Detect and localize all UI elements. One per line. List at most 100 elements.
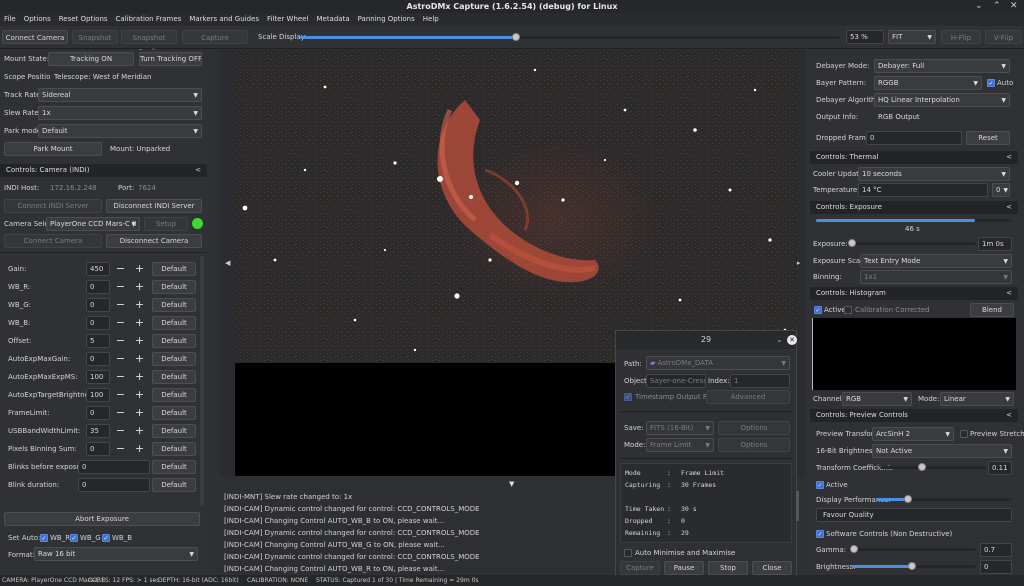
histogram-active-checkbox[interactable]: ✓ — [814, 306, 822, 314]
control-default-button[interactable]: Default — [152, 316, 196, 330]
scale-slider-handle[interactable] — [512, 33, 520, 41]
save-format-select[interactable]: FITS (16-Bit) ▼ — [646, 421, 714, 435]
debayer-algorithm-select[interactable]: HQ Linear Interpolation ▼ — [874, 93, 1010, 107]
gamma-slider[interactable] — [848, 548, 976, 551]
format-select[interactable]: Raw 16 bit ▼ — [34, 547, 198, 561]
menu-item-calibration-frames[interactable]: Calibration Frames — [112, 13, 186, 26]
object-field[interactable]: Sayer-one-Crescent — [646, 374, 706, 388]
minus-icon[interactable]: − — [113, 262, 128, 276]
display-performance-handle[interactable] — [904, 495, 912, 503]
advanced-button[interactable]: Advanced — [706, 390, 790, 404]
exposure-slider[interactable] — [848, 242, 976, 245]
capture-button[interactable]: Capture — [182, 30, 248, 44]
abort-exposure-button[interactable]: Abort Exposure — [4, 512, 200, 526]
minus-icon[interactable]: − — [113, 316, 128, 330]
transform-coefficient-handle[interactable] — [918, 463, 926, 471]
menu-item-options[interactable]: Options — [20, 13, 55, 26]
plus-icon[interactable]: + — [132, 334, 147, 348]
pan-left-icon[interactable]: ◀ — [225, 259, 230, 267]
software-controls-checkbox[interactable]: ✓ — [816, 530, 824, 538]
bayer-pattern-select[interactable]: RGGB ▼ — [874, 76, 982, 90]
section-exposure[interactable]: Controls: Exposure < — [810, 201, 1018, 214]
scale-slider[interactable] — [300, 36, 840, 39]
plus-icon[interactable]: + — [132, 262, 147, 276]
save-options-button[interactable]: Options — [718, 421, 790, 435]
auto-minimise-checkbox[interactable] — [624, 549, 632, 557]
wb-g-checkbox[interactable]: ✓ — [70, 534, 78, 542]
wb-b-checkbox[interactable]: ✓ — [102, 534, 110, 542]
plus-icon[interactable]: + — [132, 388, 147, 402]
control-default-button[interactable]: Default — [152, 298, 196, 312]
disconnect-indi-server-button[interactable]: Disconnect INDI Server — [106, 199, 202, 213]
mode-select[interactable]: Frame Limit ▼ — [646, 438, 714, 452]
controls-scrollbar[interactable] — [200, 256, 204, 506]
menu-item-filter-wheel[interactable]: Filter Wheel — [263, 13, 312, 26]
brightness-slider-handle[interactable] — [908, 562, 916, 570]
transform-coefficient-slider[interactable] — [880, 466, 986, 469]
index-field[interactable]: 1 — [730, 374, 790, 388]
camera-preview-image[interactable] — [235, 50, 797, 363]
path-select[interactable]: ▰ AstroDMx_DATA ▼ — [646, 356, 790, 370]
debayer-mode-select[interactable]: Debayer: Full ▼ — [874, 59, 1010, 73]
chevron-down-icon[interactable]: ⌄ — [776, 335, 783, 344]
turn-tracking-off-button[interactable]: Turn Tracking OFF — [139, 52, 202, 66]
camera-select[interactable]: PlayerOne CCD Mars-C II ▼ — [46, 217, 140, 231]
gamma-slider-handle[interactable] — [850, 545, 858, 553]
hflip-button[interactable]: H-Flip — [941, 30, 981, 44]
minus-icon[interactable]: − — [113, 424, 128, 438]
dialog-capture-button[interactable]: Capture — [620, 561, 660, 575]
histogram-mode-select[interactable]: Linear ▼ — [940, 392, 1014, 406]
plus-icon[interactable]: + — [132, 352, 147, 366]
track-rate-select[interactable]: Sidereal ▼ — [38, 88, 202, 102]
calibration-corrected-checkbox[interactable] — [844, 306, 852, 314]
preview-active-checkbox[interactable]: ✓ — [816, 481, 824, 489]
control-value-field[interactable]: 100 — [86, 388, 110, 402]
menu-item-help[interactable]: Help — [419, 13, 443, 26]
tracking-on-button[interactable]: Tracking ON — [48, 52, 134, 66]
binning-select[interactable]: 1x1 ▼ — [860, 270, 1012, 284]
control-value-field[interactable]: 0 — [86, 442, 110, 456]
vflip-button[interactable]: V-Flip — [985, 30, 1022, 44]
plus-icon[interactable]: + — [132, 316, 147, 330]
control-default-button[interactable]: Default — [152, 460, 196, 474]
control-value-field[interactable]: 0 — [86, 406, 110, 420]
control-value-field[interactable]: 0 — [78, 460, 150, 474]
indi-port-value[interactable]: 7624 — [138, 181, 156, 195]
control-default-button[interactable]: Default — [152, 262, 196, 276]
mode-options-button[interactable]: Options — [718, 438, 790, 452]
connect-camera-button[interactable]: Connect Camera — [2, 30, 68, 44]
section-preview-controls[interactable]: Controls: Preview Controls < — [810, 409, 1018, 422]
menu-item-file[interactable]: File — [0, 13, 20, 26]
snapshot-config-button[interactable]: Snapshot Config — [121, 30, 177, 56]
control-default-button[interactable]: Default — [152, 478, 196, 492]
cooler-update-select[interactable]: 10 seconds ▼ — [858, 167, 1010, 181]
timestamp-checkbox[interactable]: ✓ — [624, 393, 632, 401]
section-thermal[interactable]: Controls: Thermal < — [810, 151, 1018, 164]
park-mode-select[interactable]: Default ▼ — [38, 124, 202, 138]
control-value-field[interactable]: 35 — [86, 424, 110, 438]
park-mount-button[interactable]: Park Mount — [4, 142, 102, 156]
minus-icon[interactable]: − — [113, 280, 128, 294]
menu-item-metadata[interactable]: Metadata — [312, 13, 353, 26]
control-value-field[interactable]: 0 — [86, 316, 110, 330]
plus-icon[interactable]: + — [132, 370, 147, 384]
slew-rate-select[interactable]: 1x ▼ — [38, 106, 202, 120]
minus-icon[interactable]: − — [113, 298, 128, 312]
minimize-icon[interactable]: ⌄ — [975, 1, 983, 12]
plus-icon[interactable]: + — [132, 298, 147, 312]
gamma-field[interactable]: 0.7 — [980, 543, 1012, 557]
section-camera-indi[interactable]: Controls: Camera (INDI) < — [0, 164, 207, 177]
plus-icon[interactable]: + — [132, 442, 147, 456]
channel-select[interactable]: RGB ▼ — [842, 392, 912, 406]
control-default-button[interactable]: Default — [152, 280, 196, 294]
plus-icon[interactable]: + — [132, 424, 147, 438]
plus-icon[interactable]: + — [132, 280, 147, 294]
maximize-icon[interactable]: ⌃ — [993, 1, 1001, 12]
reset-button[interactable]: Reset — [966, 131, 1010, 145]
preview-transform-select[interactable]: ArcSinH 2 ▼ — [872, 427, 954, 441]
control-value-field[interactable]: 0 — [86, 298, 110, 312]
info-scrollbar[interactable] — [796, 491, 799, 521]
stop-button[interactable]: Stop — [708, 561, 748, 575]
exposure-value-field[interactable]: 1m 0s — [978, 237, 1012, 251]
control-default-button[interactable]: Default — [152, 388, 196, 402]
